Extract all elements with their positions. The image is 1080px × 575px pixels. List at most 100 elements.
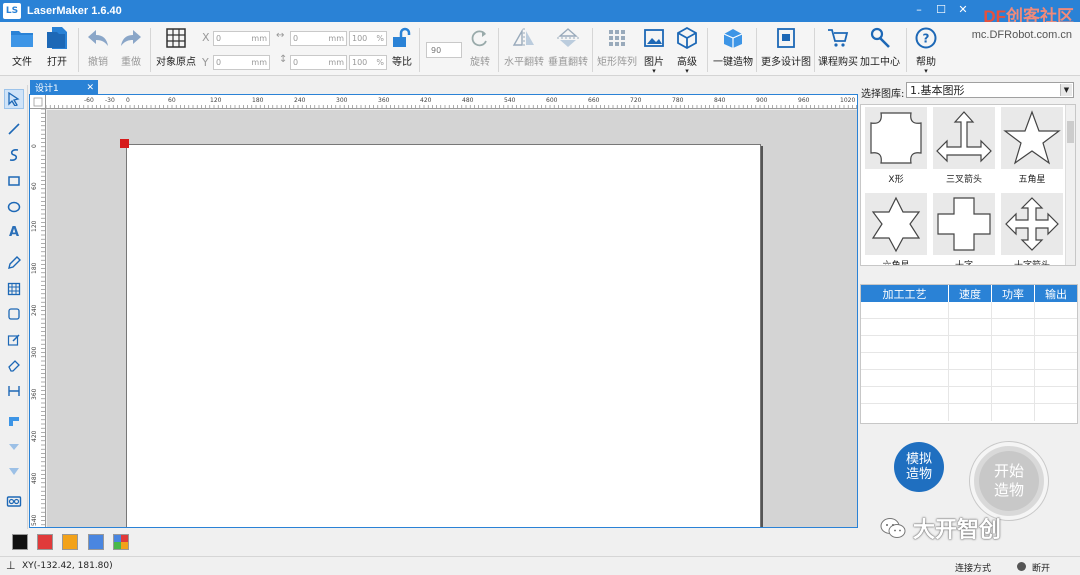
process-center-button[interactable]: 加工中心: [860, 26, 900, 68]
rounded-rect-tool-icon[interactable]: [4, 304, 24, 324]
start-make-button[interactable]: 开始造物: [970, 442, 1048, 520]
one-click-make-button[interactable]: 一键造物: [713, 26, 753, 68]
gallery-scrollbar[interactable]: [1065, 105, 1075, 265]
process-table-header: 加工工艺 速度 功率 输出: [861, 285, 1077, 302]
width-input[interactable]: 0 mm: [290, 31, 347, 46]
color-swatch-red[interactable]: [37, 534, 53, 550]
canvas-area[interactable]: [47, 110, 857, 527]
ruler-tick-label: 540: [31, 514, 38, 526]
redo-button[interactable]: 重做: [119, 26, 143, 68]
color-swatch-orange[interactable]: [62, 534, 78, 550]
rect-array-button[interactable]: 矩形阵列: [597, 26, 637, 68]
image-button[interactable]: 图片 ▾: [642, 26, 666, 75]
title-bar: LS LaserMaker 1.6.40 – ☐ ✕ DF创客社区: [0, 0, 1080, 26]
width-percent-input[interactable]: 100%: [349, 31, 387, 46]
distribute-tool-icon[interactable]: [4, 437, 24, 457]
ellipse-tool-icon[interactable]: [4, 197, 24, 217]
ruler-tick-label: 960: [798, 97, 810, 104]
camera-tool-icon[interactable]: [4, 491, 24, 511]
proportional-label: 等比: [392, 57, 412, 68]
file-button[interactable]: 文件: [10, 26, 34, 68]
eraser-tool-icon[interactable]: [4, 355, 24, 375]
col-speed: 速度: [949, 285, 992, 302]
color-swatch-multi[interactable]: [113, 534, 129, 550]
ruler-tick-label: 240: [294, 97, 306, 104]
shape-cross-arrow[interactable]: 十字箭头: [1001, 193, 1063, 265]
table-row: [861, 370, 1077, 387]
image-label: 图片: [644, 57, 664, 68]
open-button[interactable]: 打开: [45, 26, 69, 68]
toolbar-separator: [906, 28, 907, 72]
shape-three-arrow[interactable]: 三叉箭头: [933, 107, 995, 185]
more-designs-button[interactable]: 更多设计图: [761, 26, 811, 68]
undo-button[interactable]: 撤销: [86, 26, 110, 68]
rotate-icon: [468, 26, 492, 50]
ruler-tick-label: 180: [31, 262, 38, 274]
measure-tool-icon[interactable]: [4, 381, 24, 401]
table-row: [861, 387, 1077, 404]
advanced-button[interactable]: 高级 ▾: [675, 26, 699, 75]
color-swatch-blue[interactable]: [88, 534, 104, 550]
ruler-tick-label: 840: [714, 97, 726, 104]
arrange-tool-icon[interactable]: [4, 461, 24, 481]
flip-vertical-button[interactable]: 垂直翻转: [548, 26, 588, 68]
undo-icon: [86, 26, 110, 50]
edit-node-tool-icon[interactable]: [4, 330, 24, 350]
help-icon: ?: [914, 26, 938, 50]
flip-horizontal-button[interactable]: 水平翻转: [504, 26, 544, 68]
ruler-tick-label: 480: [462, 97, 474, 104]
origin-marker[interactable]: [120, 139, 129, 148]
line-tool-icon[interactable]: [4, 119, 24, 139]
help-button[interactable]: ? 帮助 ▾: [914, 26, 938, 75]
shape-x[interactable]: X形: [865, 107, 927, 185]
svg-text:?: ?: [923, 32, 930, 46]
close-window-button[interactable]: ✕: [956, 3, 970, 16]
y-position-input[interactable]: 0 mm: [213, 55, 270, 70]
course-buy-button[interactable]: 课程购买: [818, 26, 858, 68]
process-table: 加工工艺 速度 功率 输出: [860, 284, 1078, 424]
table-row: [861, 319, 1077, 336]
close-tab-icon[interactable]: ✕: [86, 83, 94, 93]
five-star-icon: [1001, 107, 1063, 169]
rotate-button[interactable]: 旋转: [468, 26, 492, 68]
select-tool-icon[interactable]: [4, 89, 24, 109]
left-tool-strip: A: [0, 85, 28, 529]
chevron-down-icon[interactable]: ▼: [1060, 84, 1072, 96]
coordinate-icon: ⊥: [6, 559, 16, 572]
shape-cross[interactable]: 十字: [933, 193, 995, 265]
ruler-tick-label: 720: [630, 97, 642, 104]
shape-six-star[interactable]: 六角星: [865, 193, 927, 265]
rotate-angle-input[interactable]: 90: [426, 42, 462, 58]
simulate-button[interactable]: 模拟造物: [894, 442, 944, 492]
redo-label: 重做: [121, 57, 141, 68]
table-tool-icon[interactable]: [4, 279, 24, 299]
curve-tool-icon[interactable]: [4, 145, 24, 165]
tab-design-1[interactable]: 设计1 ✕: [30, 80, 98, 95]
maximize-button[interactable]: ☐: [934, 3, 948, 16]
ruler-tick-label: -60: [84, 97, 94, 104]
table-row: [861, 336, 1077, 353]
grid-origin-icon: [164, 26, 188, 50]
align-tool-icon[interactable]: [4, 411, 24, 431]
shape-five-star[interactable]: 五角星: [1001, 107, 1063, 185]
height-input[interactable]: 0 mm: [290, 55, 347, 70]
image-icon: [642, 26, 666, 50]
minimize-button[interactable]: –: [912, 3, 926, 16]
ruler-tick-label: 300: [31, 346, 38, 358]
horizontal-ruler: -60 -30 0 60 120 180 240 300 360 420 480 540 600 660 7…: [46, 95, 857, 109]
x-shape-icon: [865, 107, 927, 169]
work-paper[interactable]: [126, 144, 761, 527]
proportional-lock-button[interactable]: 等比: [390, 26, 414, 68]
height-percent-input[interactable]: 100%: [349, 55, 387, 70]
col-power: 功率: [992, 285, 1035, 302]
x-position-input[interactable]: 0 mm: [213, 31, 270, 46]
object-origin-button[interactable]: 对象原点: [156, 26, 196, 68]
color-swatch-black[interactable]: [12, 534, 28, 550]
table-row: [861, 404, 1077, 421]
text-tool-icon[interactable]: A: [4, 222, 24, 242]
rectangle-tool-icon[interactable]: [4, 171, 24, 191]
scrollbar-thumb[interactable]: [1067, 121, 1074, 143]
chevron-down-icon: ▾: [924, 67, 928, 75]
pencil-tool-icon[interactable]: [4, 253, 24, 273]
library-select[interactable]: 1.基本图形 ▼: [906, 82, 1074, 98]
